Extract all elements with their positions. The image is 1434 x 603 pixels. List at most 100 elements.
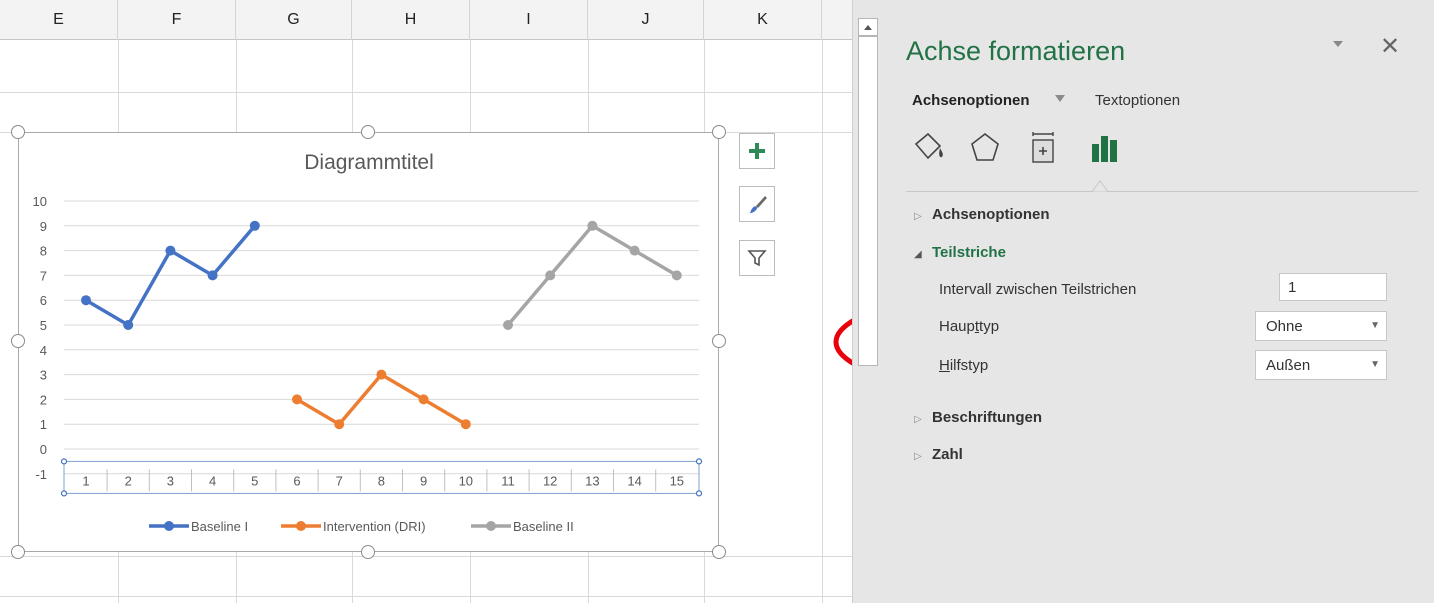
data-point[interactable] (334, 419, 345, 430)
x-tick-label: 15 (670, 473, 684, 488)
pane-title: Achse formatieren (906, 36, 1126, 66)
data-point[interactable] (545, 270, 556, 281)
minor-type-value: Außen (1266, 357, 1311, 374)
resize-handle-top-right[interactable] (712, 125, 726, 139)
effects-button[interactable] (968, 130, 1002, 166)
tab-axis-options-dropdown[interactable] (1054, 94, 1066, 106)
x-tick-label: 12 (543, 473, 557, 488)
column-header-i[interactable]: I (470, 0, 588, 40)
resize-handle-top-left[interactable] (11, 125, 25, 139)
interval-label: Intervall zwischen Teilstrichen (939, 281, 1137, 298)
data-point[interactable] (671, 270, 682, 281)
x-tick-label: 11 (501, 473, 515, 488)
section-axis-options[interactable]: ▷ Achsenoptionen (914, 206, 1050, 223)
fill-line-button[interactable] (912, 130, 946, 166)
brush-icon (750, 196, 767, 213)
x-tick-label: 13 (585, 473, 599, 488)
y-tick-label: 10 (33, 194, 47, 209)
expand-triangle-icon: ▷ (914, 451, 922, 462)
data-point[interactable] (249, 220, 260, 231)
data-point[interactable] (123, 320, 134, 330)
column-header-j[interactable]: J (588, 0, 704, 40)
column-header-k[interactable]: K (704, 0, 822, 40)
column-header-g[interactable]: G (236, 0, 352, 40)
tab-text-options[interactable]: Textoptionen (1095, 92, 1180, 109)
axis-options-button[interactable] (1088, 130, 1122, 166)
size-properties-button[interactable] (1026, 130, 1060, 166)
data-point[interactable] (81, 295, 91, 306)
data-point[interactable] (165, 245, 176, 256)
caret-down-icon (1333, 41, 1343, 47)
y-tick-label: 4 (40, 343, 47, 358)
caret-down-icon (1055, 95, 1065, 102)
section-tick-marks[interactable]: ◢ Teilstriche (914, 244, 1006, 261)
column-headers: E F G H I J K (0, 0, 852, 40)
x-tick-label: 1 (82, 473, 89, 488)
column-header-h[interactable]: H (352, 0, 470, 40)
interval-input[interactable]: 1 (1279, 273, 1387, 301)
section-axis-options-label: Achsenoptionen (932, 206, 1050, 223)
y-tick-label: 5 (40, 318, 47, 333)
y-tick-label: 9 (40, 219, 47, 234)
line-chart[interactable]: Diagrammtitel -1 0 1 2 3 4 5 6 7 8 9 10 1 2 3 4 5 6 7 8 9 10… (18, 132, 719, 552)
chart-plot: Diagrammtitel -1012345678910 1 2 3 4 5 6 7 8 9 10… (33, 151, 703, 534)
column-header-e[interactable]: E (0, 0, 118, 40)
resize-handle-bottom-right[interactable] (712, 545, 726, 559)
chart-filters-button[interactable] (739, 240, 775, 276)
scroll-up-button[interactable] (858, 18, 878, 36)
x-tick-label: 8 (378, 473, 385, 488)
x-tick-label: 9 (420, 473, 427, 488)
data-point[interactable] (503, 320, 513, 330)
plus-icon (749, 143, 765, 159)
section-number[interactable]: ▷ Zahl (914, 446, 963, 463)
y-tick-label: -1 (35, 467, 47, 482)
chart-elements-button[interactable] (739, 133, 775, 169)
caret-up-icon (864, 25, 872, 30)
section-labels-label: Beschriftungen (932, 409, 1043, 426)
data-point[interactable] (629, 245, 640, 256)
chart-styles-button[interactable] (739, 186, 775, 222)
minor-type-label: Hilfstyp (939, 357, 989, 374)
format-axis-pane: Achse formatieren ✕ Achsenoptionen Texto… (884, 0, 1434, 603)
chevron-down-icon: ▼ (1370, 359, 1380, 370)
vertical-scrollbar[interactable] (852, 0, 884, 603)
y-tick-label: 1 (40, 417, 47, 432)
legend-label[interactable]: Baseline II (513, 519, 574, 534)
close-button[interactable]: ✕ (1380, 32, 1400, 61)
tab-axis-options[interactable]: Achsenoptionen (912, 92, 1030, 109)
legend-marker (486, 521, 496, 531)
x-tick-label: 7 (336, 473, 343, 488)
worksheet-grid[interactable]: E F G H I J K Diagrammtitel -1 0 1 2 3 4 5 6 7 8 9… (0, 0, 852, 603)
selected-tab-indicator (1092, 180, 1108, 192)
section-tick-marks-label: Teilstriche (932, 244, 1006, 261)
minor-type-select[interactable]: Außen ▼ (1255, 350, 1387, 380)
y-tick-label: 0 (40, 442, 47, 457)
resize-handle-right[interactable] (712, 334, 726, 348)
major-type-select[interactable]: Ohne ▼ (1255, 311, 1387, 341)
data-point[interactable] (418, 394, 429, 405)
data-point[interactable] (376, 369, 387, 380)
x-tick-label: 10 (459, 473, 473, 488)
resize-handle-bottom-left[interactable] (11, 545, 25, 559)
legend-label[interactable]: Intervention (DRI) (323, 519, 426, 534)
resize-handle-top[interactable] (361, 125, 375, 139)
x-tick-label: 6 (293, 473, 300, 488)
data-point[interactable] (460, 419, 471, 430)
column-header-f[interactable]: F (118, 0, 236, 40)
resize-handle-bottom[interactable] (361, 545, 375, 559)
expand-triangle-icon: ▷ (914, 211, 922, 222)
chart-title[interactable]: Diagrammtitel (304, 151, 434, 174)
scroll-thumb[interactable] (858, 36, 878, 366)
data-point[interactable] (207, 270, 218, 281)
section-number-label: Zahl (932, 446, 963, 463)
data-point[interactable] (292, 394, 302, 405)
axis-selection-handle (695, 458, 703, 465)
data-point[interactable] (587, 220, 598, 231)
filter-icon (747, 250, 767, 267)
pane-options-dropdown[interactable] (1331, 38, 1347, 54)
x-tick-label: 5 (251, 473, 258, 488)
legend-label[interactable]: Baseline I (191, 519, 248, 534)
section-labels[interactable]: ▷ Beschriftungen (914, 409, 1042, 426)
resize-handle-left[interactable] (11, 334, 25, 348)
fill-line-icon (914, 132, 943, 160)
